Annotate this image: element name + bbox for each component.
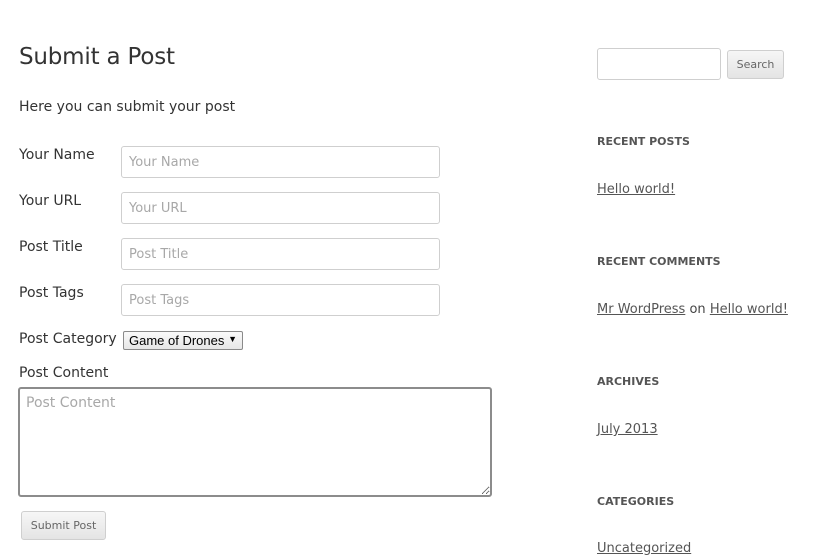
your-name-input[interactable]: [121, 146, 440, 178]
your-url-label: Your URL: [19, 193, 82, 209]
archives-list: July 2013: [597, 422, 658, 437]
recent-posts-list: Hello world!: [597, 182, 675, 197]
recent-comments-heading: RECENT COMMENTS: [597, 255, 721, 268]
recent-comment-item: Mr WordPress on Hello world!: [597, 302, 788, 317]
post-title-input[interactable]: [121, 238, 440, 270]
recent-posts-heading: RECENT POSTS: [597, 135, 690, 148]
post-category-select[interactable]: Game of Drones ▼: [123, 331, 243, 350]
comment-author-link[interactable]: Mr WordPress: [597, 302, 685, 317]
archives-heading: ARCHIVES: [597, 375, 660, 388]
search-input[interactable]: [597, 48, 721, 80]
post-tags-input[interactable]: [121, 284, 440, 316]
categories-heading: CATEGORIES: [597, 495, 675, 508]
submit-post-button[interactable]: Submit Post: [21, 511, 106, 540]
page-intro: Here you can submit your post: [19, 99, 236, 115]
page-title: Submit a Post: [19, 44, 175, 70]
your-url-input[interactable]: [121, 192, 440, 224]
post-title-label: Post Title: [19, 239, 83, 255]
post-category-selected: Game of Drones: [129, 333, 225, 348]
comment-connector: on: [689, 302, 706, 317]
archive-link[interactable]: July 2013: [597, 422, 658, 437]
comment-post-link[interactable]: Hello world!: [710, 302, 788, 317]
your-name-label: Your Name: [19, 147, 95, 163]
search-button[interactable]: Search: [727, 50, 784, 79]
post-category-label: Post Category: [19, 331, 117, 347]
recent-post-link[interactable]: Hello world!: [597, 182, 675, 197]
dropdown-arrow-icon: ▼: [228, 334, 237, 344]
post-tags-label: Post Tags: [19, 285, 84, 301]
post-content-textarea[interactable]: [18, 387, 492, 497]
post-content-label: Post Content: [19, 365, 109, 381]
